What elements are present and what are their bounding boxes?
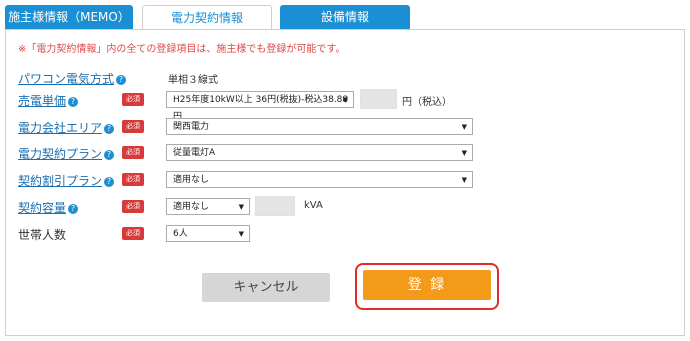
required-badge: 必須 xyxy=(122,173,144,186)
plan-label-text: 電力契約プラン xyxy=(18,147,103,161)
help-icon[interactable]: ? xyxy=(68,97,79,107)
row-discount: 契約割引プラン? 必須 適用なし ▼ xyxy=(18,170,678,190)
area-label[interactable]: 電力会社エリア? xyxy=(18,119,115,136)
plan-select-value: 従量電灯A xyxy=(173,148,216,158)
capacity-select[interactable]: 適用なし ▼ xyxy=(166,198,250,215)
chevron-down-icon: ▼ xyxy=(342,96,348,104)
capacity-label[interactable]: 契約容量? xyxy=(18,199,79,216)
form-note: ※「電力契約情報」内の全ての登録項目は、施主様でも登録が可能です。 xyxy=(18,44,346,55)
chevron-down-icon: ▼ xyxy=(461,149,467,157)
row-unit-price: 売電単価? 必須 H25年度10kW以上 36円(税抜)-税込38.88円 ▼ 円… xyxy=(18,89,678,122)
power-method-value: 単相３線式 xyxy=(168,75,218,86)
unit-price-label[interactable]: 売電単価? xyxy=(18,92,79,109)
row-plan: 電力契約プラン? 必須 従量電灯A ▼ xyxy=(18,143,678,163)
capacity-select-value: 適用なし xyxy=(173,202,210,212)
area-select-value: 関西電力 xyxy=(173,122,210,132)
plan-label[interactable]: 電力契約プラン? xyxy=(18,145,115,162)
discount-select-value: 適用なし xyxy=(173,175,210,185)
row-area: 電力会社エリア? 必須 関西電力 ▼ xyxy=(18,117,678,137)
help-icon[interactable]: ? xyxy=(116,75,127,85)
cancel-button[interactable]: キャンセル xyxy=(202,273,330,302)
area-select[interactable]: 関西電力 ▼ xyxy=(166,118,473,135)
household-label: 世帯人数 xyxy=(18,228,67,242)
household-select-value: 6人 xyxy=(173,229,188,239)
chevron-down-icon: ▼ xyxy=(461,176,467,184)
unit-price-input[interactable] xyxy=(360,89,397,109)
required-badge: 必須 xyxy=(122,93,144,106)
tab-power-contract[interactable]: 電力契約情報 xyxy=(142,5,272,31)
row-capacity: 契約容量? 必須 適用なし ▼ kVA xyxy=(18,196,678,217)
discount-label-text: 契約割引プラン xyxy=(18,174,103,188)
help-icon[interactable]: ? xyxy=(104,124,115,134)
capacity-unit: kVA xyxy=(304,200,323,211)
plan-select[interactable]: 従量電灯A ▼ xyxy=(166,144,473,161)
capacity-input[interactable] xyxy=(255,196,295,216)
unit-price-unit: 円（税込） xyxy=(402,97,452,108)
row-household: 世帯人数 必須 6人 ▼ xyxy=(18,224,678,244)
required-badge: 必須 xyxy=(122,146,144,159)
required-badge: 必須 xyxy=(122,227,144,240)
chevron-down-icon: ▼ xyxy=(461,123,467,131)
capacity-label-text: 契約容量 xyxy=(18,201,67,215)
discount-label[interactable]: 契約割引プラン? xyxy=(18,172,115,189)
register-button[interactable]: 登 録 xyxy=(363,270,491,300)
area-label-text: 電力会社エリア xyxy=(18,121,103,135)
help-icon[interactable]: ? xyxy=(68,204,79,214)
form-panel: ※「電力契約情報」内の全ての登録項目は、施主様でも登録が可能です。 パワコン電気… xyxy=(5,29,685,336)
unit-price-select[interactable]: H25年度10kW以上 36円(税抜)-税込38.88円 ▼ xyxy=(166,91,354,122)
unit-price-label-text: 売電単価 xyxy=(18,94,67,108)
tab-equipment[interactable]: 設備情報 xyxy=(280,5,410,29)
chevron-down-icon: ▼ xyxy=(238,203,244,211)
help-icon[interactable]: ? xyxy=(104,177,115,187)
tab-bar: 施主様情報（MEMO） 電力契約情報 設備情報 xyxy=(5,5,685,31)
power-method-label-text: パワコン電気方式 xyxy=(18,72,115,86)
help-icon[interactable]: ? xyxy=(104,150,115,160)
household-select[interactable]: 6人 ▼ xyxy=(166,225,250,242)
discount-select[interactable]: 適用なし ▼ xyxy=(166,171,473,188)
required-badge: 必須 xyxy=(122,200,144,213)
required-badge: 必須 xyxy=(122,120,144,133)
chevron-down-icon: ▼ xyxy=(238,230,244,238)
power-method-label[interactable]: パワコン電気方式? xyxy=(18,70,127,87)
row-power-method: パワコン電気方式? 単相３線式 xyxy=(18,68,678,88)
tab-owner-info[interactable]: 施主様情報（MEMO） xyxy=(5,5,133,29)
